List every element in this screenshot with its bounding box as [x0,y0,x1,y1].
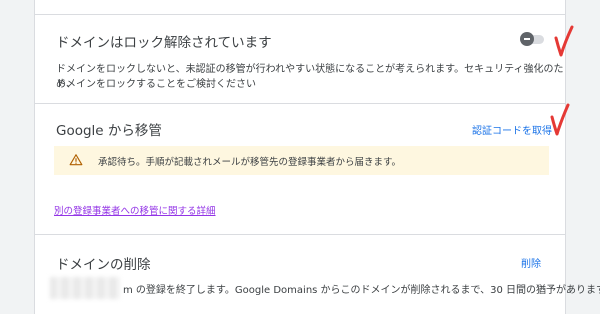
section-divider [35,234,565,235]
transfer-details-link[interactable]: 別の登録事業者への移管に関する詳細 [54,203,216,217]
transfer-section-title: Google から移管 [56,123,162,139]
get-auth-code-button[interactable]: 認証コードを取得 [472,122,552,137]
pending-warning-banner: 承認待ち。手順が記載されメールが移管先の登録事業者から届きます。 [54,146,549,175]
domain-lock-toggle[interactable] [520,32,546,46]
toggle-knob [520,32,534,46]
lock-section-description-2: ドメインをロックすることをご検討ください [56,79,256,90]
delete-section-description: m の登録を終了します。Google Domains からこのドメインが削除され… [123,285,600,296]
warning-icon [69,154,83,166]
settings-card: ドメインはロック解除されています ドメインをロックしないと、未認証の移管が行われ… [34,0,600,314]
red-checkmark-icon [554,25,574,57]
lock-section-title: ドメインはロック解除されています [56,35,272,51]
pending-warning-text: 承認待ち。手順が記載されメールが移管先の登録事業者から届きます。 [98,157,402,168]
delete-section-title: ドメインの削除 [56,257,151,273]
red-checkmark-icon [550,103,570,136]
delete-domain-button[interactable]: 削除 [521,255,541,270]
section-divider [35,103,565,104]
redacted-domain-name [50,277,120,299]
top-divider [35,14,565,15]
